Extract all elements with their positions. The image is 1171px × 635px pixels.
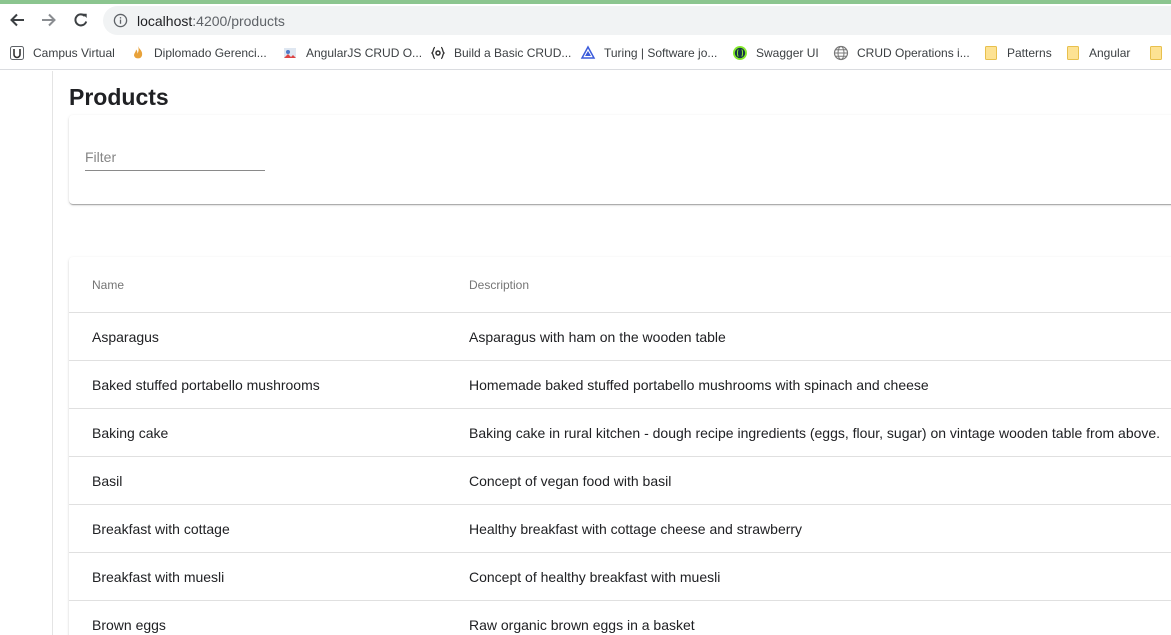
- filter-input[interactable]: [85, 145, 265, 169]
- bookmark-label: Swagger UI: [756, 46, 819, 60]
- info-icon[interactable]: [113, 13, 128, 28]
- sidenav-divider: [52, 71, 53, 635]
- arrow-left-icon: [10, 13, 24, 27]
- table-header-row: Name Description: [69, 257, 1171, 313]
- folder-icon: [1065, 45, 1081, 61]
- table-row[interactable]: Baked stuffed portabello mushrooms Homem…: [69, 361, 1171, 409]
- bookmark-diplomado[interactable]: Diplomado Gerenci...: [130, 44, 267, 62]
- product-name: Breakfast with cottage: [92, 521, 230, 537]
- column-header-description[interactable]: Description: [469, 278, 529, 292]
- table-row[interactable]: Breakfast with cottage Healthy breakfast…: [69, 505, 1171, 553]
- bookmark-folder-more[interactable]: [1148, 44, 1171, 62]
- bookmark-label: Turing | Software jo...: [604, 46, 718, 60]
- bookmark-label: Diplomado Gerenci...: [154, 46, 267, 60]
- swagger-icon: [732, 45, 748, 61]
- flame-icon: [130, 45, 146, 61]
- globe-icon: [833, 45, 849, 61]
- bookmark-swagger-ui[interactable]: Swagger UI: [732, 44, 819, 62]
- site-icon: [282, 45, 298, 61]
- address-url: localhost:4200/products: [137, 13, 285, 29]
- bookmark-folder-angular[interactable]: Angular: [1065, 44, 1130, 62]
- page-title: Products: [69, 84, 169, 110]
- products-table: Name Description Asparagus Asparagus wit…: [69, 257, 1171, 635]
- filter-field[interactable]: [85, 145, 265, 171]
- reload-icon: [74, 13, 88, 27]
- bookmark-crud-operations[interactable]: CRUD Operations i...: [833, 44, 970, 62]
- bookmark-label: AngularJS CRUD O...: [306, 46, 423, 60]
- product-name: Breakfast with muesli: [92, 569, 225, 585]
- reload-button[interactable]: [69, 9, 93, 31]
- product-description: Homemade baked stuffed portabello mushro…: [469, 377, 929, 393]
- address-bar[interactable]: localhost:4200/products: [103, 6, 1171, 35]
- bookmark-campus-virtual[interactable]: Campus Virtual: [9, 44, 115, 62]
- product-description: Concept of vegan food with basil: [469, 473, 672, 489]
- turing-icon: [580, 45, 596, 61]
- table-row[interactable]: Basil Concept of vegan food with basil: [69, 457, 1171, 505]
- table-row[interactable]: Asparagus Asparagus with ham on the wood…: [69, 313, 1171, 361]
- product-description: Asparagus with ham on the wooden table: [469, 329, 726, 345]
- bookmark-label: CRUD Operations i...: [857, 46, 970, 60]
- product-description: Baking cake in rural kitchen - dough rec…: [469, 425, 1161, 441]
- braces-icon: [430, 45, 446, 61]
- url-host: localhost: [137, 13, 193, 29]
- product-name: Basil: [92, 473, 123, 489]
- forward-button[interactable]: [37, 9, 61, 31]
- bookmark-angularjs-crud[interactable]: AngularJS CRUD O...: [282, 44, 422, 62]
- product-name: Asparagus: [92, 329, 159, 345]
- folder-icon: [983, 45, 999, 61]
- bookmark-folder-patterns[interactable]: Patterns: [983, 44, 1052, 62]
- back-button[interactable]: [5, 9, 29, 31]
- bookmarks-bar: Campus Virtual Diplomado Gerenci... Angu…: [0, 36, 1171, 70]
- table-row[interactable]: Baking cake Baking cake in rural kitchen…: [69, 409, 1171, 457]
- product-description: Healthy breakfast with cottage cheese an…: [469, 521, 803, 537]
- filter-card: [69, 115, 1171, 204]
- bookmark-build-basic-crud[interactable]: Build a Basic CRUD...: [430, 44, 571, 62]
- browser-toolbar: localhost:4200/products: [0, 4, 1171, 36]
- table-row[interactable]: Breakfast with muesli Concept of healthy…: [69, 553, 1171, 601]
- product-description: Concept of healthy breakfast with muesli: [469, 569, 721, 585]
- bookmark-label: Build a Basic CRUD...: [454, 46, 572, 60]
- product-description: Raw organic brown eggs in a basket: [469, 617, 695, 633]
- table-row[interactable]: Brown eggs Raw organic brown eggs in a b…: [69, 601, 1171, 635]
- bookmark-label: Campus Virtual: [33, 46, 115, 60]
- url-path: :4200/products: [192, 13, 285, 29]
- product-name: Brown eggs: [92, 617, 166, 633]
- bookmark-label: Angular: [1089, 46, 1131, 60]
- bookmark-label: Patterns: [1007, 46, 1052, 60]
- bookmark-turing[interactable]: Turing | Software jo...: [580, 44, 717, 62]
- campus-virtual-icon: [9, 45, 25, 61]
- arrow-right-icon: [42, 13, 56, 27]
- folder-icon: [1148, 45, 1164, 61]
- product-name: Baking cake: [92, 425, 169, 441]
- product-name: Baked stuffed portabello mushrooms: [92, 377, 320, 393]
- column-header-name[interactable]: Name: [92, 278, 124, 292]
